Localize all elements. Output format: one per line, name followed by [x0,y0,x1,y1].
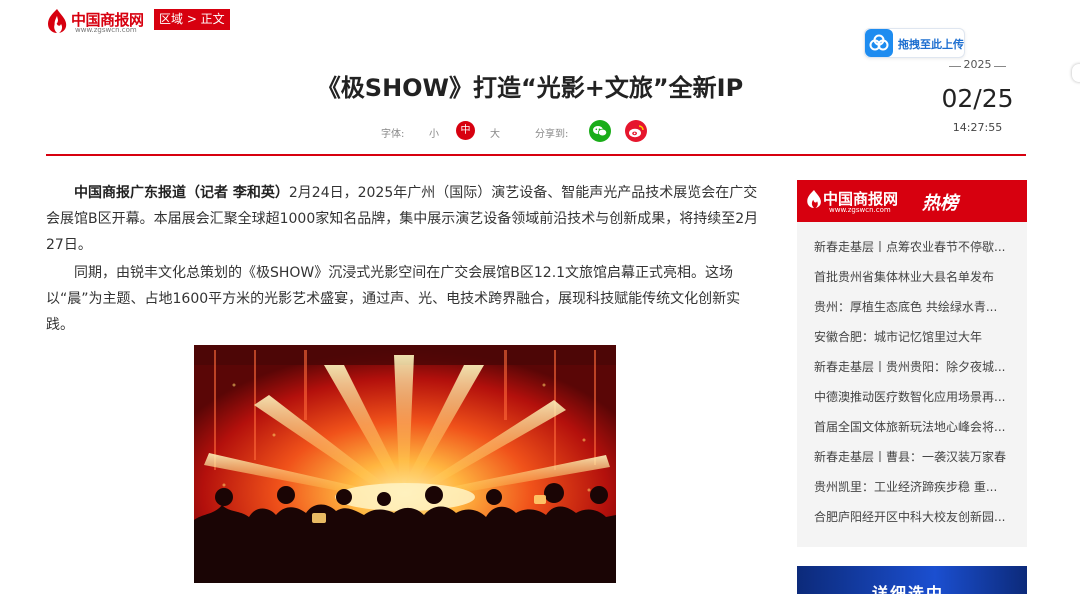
upload-label: 拖拽至此上传 [898,38,964,51]
cloud-upload-icon [865,29,893,57]
site-logo[interactable]: 中国商报网 www.zgswcn.com [45,8,151,36]
hot-list-item[interactable]: 贵州凯里：工业经济蹄疾步稳 重... [814,478,1014,495]
hot-list-item[interactable]: 新春走基层丨点筹农业春节不停歇... [814,238,1014,255]
hot-list-item[interactable]: 首届全国文体旅新玩法地心峰会将... [814,418,1014,435]
date-year: 2025 [945,58,1010,71]
hot-list-item[interactable]: 新春走基层丨曹县：一袭汉装万家春 [814,448,1014,465]
hot-list: 新春走基层丨点筹农业春节不停歇... 首批贵州省集体林业大县名单发布 贵州：厚植… [797,222,1027,547]
hot-list-item[interactable]: 新春走基层丨贵州贵阳：除夕夜城... [814,358,1014,375]
font-size-label: 字体: [381,129,405,140]
paragraph-lead: 中国商报广东报道（记者 李和英） [74,185,289,201]
sidebar-heading: 热榜 [922,193,958,214]
article-paragraph-2: 同期，由锐丰文化总策划的《极SHOW》沉浸式光影空间在广交会展馆B区12.1文旅… [46,260,762,338]
wechat-icon [593,126,608,137]
hot-list-item[interactable]: 贵州：厚植生态底色 共绘绿水青... [814,298,1014,315]
floating-edge-badge[interactable] [1072,64,1080,82]
weibo-share-button[interactable] [625,120,647,142]
share-label: 分享到: [535,129,569,140]
sidebar-header: 中国商报网 www.zgswcn.com 热榜 [797,180,1027,222]
font-size-medium-button[interactable]: 中 [456,121,475,140]
weibo-icon [629,125,644,138]
hot-list-item[interactable]: 合肥庐阳经开区中科大校友创新园... [814,508,1014,525]
title-divider [46,154,1026,156]
logo-flame-icon [48,9,67,33]
logo-flame-icon [807,190,821,208]
article-paragraph-1: 中国商报广东报道（记者 李和英）2月24日，2025年广州（国际）演艺设备、智能… [46,180,762,258]
logo-url: www.zgswcn.com [75,26,137,34]
paragraph-text: 同期，由锐丰文化总策划的《极SHOW》沉浸式光影空间在广交会展馆B区12.1文旅… [46,265,741,333]
sidebar-ad-banner[interactable]: 详细选中 [797,566,1027,594]
hot-list-item[interactable]: 中德澳推动医疗数智化应用场景再... [814,388,1014,405]
drag-upload-button[interactable]: 拖拽至此上传 [864,28,965,58]
date-time: 14:27:55 [952,121,1003,134]
hot-list-item[interactable]: 安徽合肥：城市记忆馆里过大年 [814,328,1014,345]
breadcrumb[interactable]: 区域 > 正文 [154,9,230,30]
article-title: 《极SHOW》打造“光影+文旅”全新IP [316,74,744,102]
date-day: 02/25 [941,84,1014,113]
sidebar-logo-url: www.zgswcn.com [829,206,891,214]
hot-list-item[interactable]: 首批贵州省集体林业大县名单发布 [814,268,1014,285]
banner-text: 详细选中 [872,584,945,594]
font-size-large-button[interactable]: 大 [490,125,500,140]
article-photo [194,345,616,583]
wechat-share-button[interactable] [589,120,611,142]
font-size-small-button[interactable]: 小 [429,125,439,140]
